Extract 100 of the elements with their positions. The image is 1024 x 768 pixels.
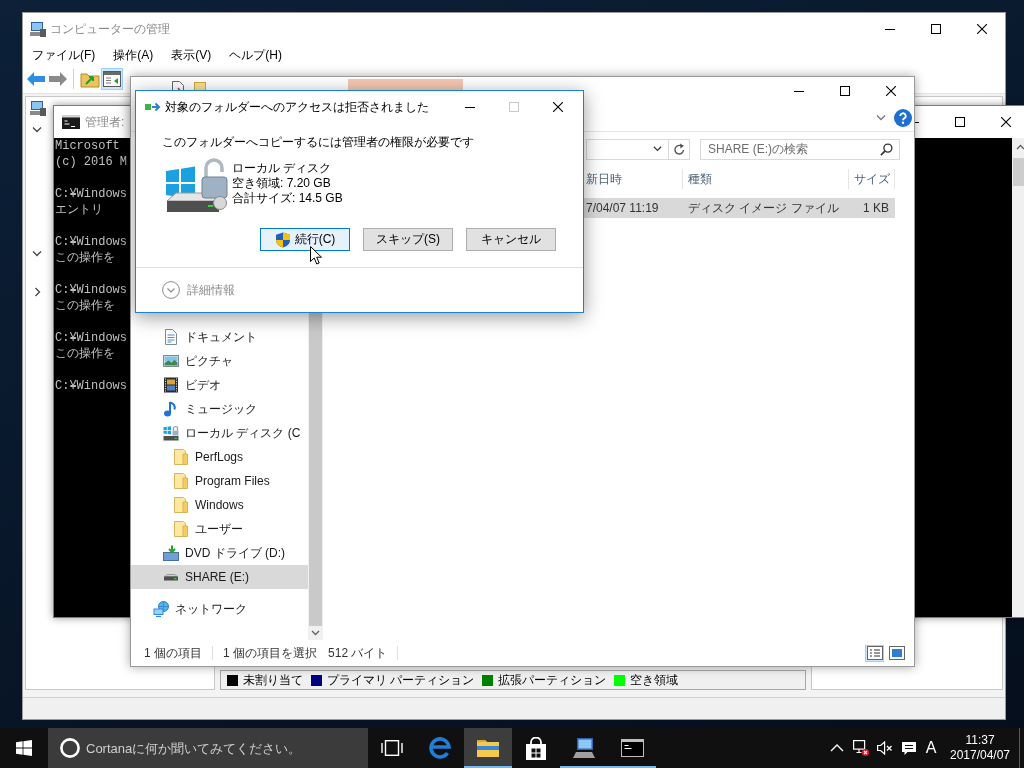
- music-note-icon: [163, 401, 179, 417]
- legend-label: 空き領域: [630, 672, 679, 688]
- network-error-icon[interactable]: [853, 740, 869, 756]
- view-button[interactable]: [887, 644, 906, 662]
- console-line: (c) 2016 M: [55, 154, 127, 170]
- right-arrow-icon: [48, 71, 68, 87]
- document-icon: [163, 329, 179, 345]
- menu-item[interactable]: ファイル(F): [23, 47, 105, 63]
- close-icon[interactable]: [886, 86, 896, 96]
- list-view-icon: [866, 646, 883, 660]
- chevron-circle-icon: [162, 281, 180, 299]
- search-field[interactable]: Cortanaに何か聞いてみてください。: [48, 728, 368, 768]
- nav-item[interactable]: ユーザー: [131, 517, 308, 541]
- shopping-bag-icon: [525, 736, 547, 760]
- nav-item[interactable]: ビデオ: [131, 373, 308, 397]
- folder-icon: [173, 497, 189, 513]
- file-row[interactable]: 7/04/07 11:19 ディスク イメージ ファイル 1 KB: [584, 198, 895, 218]
- console-line: C:¥Windows: [55, 378, 127, 394]
- computer-icon: [30, 100, 46, 116]
- nav-item[interactable]: DVD ドライブ (D:): [131, 541, 308, 565]
- console-line: C:¥Windows: [55, 330, 127, 346]
- legend-label: 未割り当て: [243, 672, 303, 688]
- film-icon: [163, 377, 179, 393]
- drive-name: ローカル ディスク: [232, 161, 332, 176]
- nav-item[interactable]: ドキュメント: [131, 325, 308, 349]
- console-line: この操作を: [55, 250, 115, 266]
- input-mode-indicator[interactable]: A: [921, 739, 941, 757]
- chevron-down-icon[interactable]: [653, 146, 662, 152]
- refresh-icon: [672, 142, 686, 156]
- nav-item[interactable]: ネットワーク: [131, 597, 308, 621]
- left-arrow-icon: [26, 71, 46, 87]
- dialog-button[interactable]: スキップ(S): [363, 228, 453, 251]
- notification-icon[interactable]: [901, 740, 917, 756]
- chevron-right-icon[interactable]: [35, 287, 41, 297]
- view-button[interactable]: [865, 644, 884, 662]
- taskbar-button[interactable]: [464, 728, 512, 768]
- computer-tools-icon: [30, 21, 46, 37]
- terminal-icon: [62, 115, 80, 129]
- console-line: C:¥Windows: [55, 186, 127, 202]
- chevron-down-icon[interactable]: [32, 127, 42, 133]
- legend-label: プライマリ パーティション: [327, 672, 475, 688]
- close-icon[interactable]: [1001, 117, 1011, 127]
- network-icon: [153, 601, 169, 617]
- dialog-button[interactable]: キャンセル: [466, 228, 556, 251]
- clock-time: 11:37: [965, 733, 995, 748]
- window-title: 対象のフォルダーへのアクセスは拒否されました: [165, 99, 429, 115]
- scrollbar-thumb[interactable]: [1013, 158, 1024, 186]
- search-icon[interactable]: [880, 142, 893, 156]
- computer-icon: [572, 737, 596, 759]
- nav-item[interactable]: Windows: [131, 493, 308, 517]
- scroll-up-icon[interactable]: [1016, 144, 1024, 150]
- table-cell-text: 7/04/07 11:19: [585, 200, 660, 217]
- nav-item[interactable]: ミュージック: [131, 397, 308, 421]
- drive-total-size: 合計サイズ: 14.5 GB: [232, 191, 343, 206]
- details-toggle[interactable]: 詳細情報: [162, 281, 235, 299]
- maximize-icon[interactable]: [931, 24, 941, 34]
- console-line: Microsoft: [55, 138, 120, 154]
- pane-toggle-button[interactable]: [101, 68, 123, 90]
- folder-arrow-icon: [80, 70, 100, 88]
- help-icon[interactable]: [894, 109, 912, 127]
- nav-item[interactable]: ピクチャ: [131, 349, 308, 373]
- folder-icon: [173, 473, 189, 489]
- drive-lock-icon: [163, 425, 179, 441]
- table-cell-text: ディスク イメージ ファイル: [687, 200, 840, 217]
- legend-label: 拡張パーティション: [498, 672, 607, 688]
- menu-item[interactable]: 表示(V): [162, 47, 221, 63]
- drive-lock-icon: [164, 157, 230, 213]
- maximize-icon[interactable]: [840, 86, 850, 96]
- mouse-pointer-icon: [310, 246, 322, 265]
- console-line: この操作を: [55, 298, 115, 314]
- column-header[interactable]: サイズ: [849, 169, 895, 189]
- console-line: この操作を: [55, 346, 115, 362]
- thumbnail-view-icon: [888, 646, 905, 660]
- chevron-up-icon[interactable]: [830, 744, 844, 752]
- nav-item[interactable]: Program Files: [131, 469, 308, 493]
- chevron-down-icon[interactable]: [32, 251, 42, 257]
- menu-item[interactable]: ヘルプ(H): [220, 47, 291, 63]
- ring-icon: [60, 738, 80, 758]
- close-icon[interactable]: [553, 102, 563, 112]
- muted-speaker-icon[interactable]: [877, 741, 893, 755]
- task-view-icon: [381, 740, 403, 756]
- refresh-button[interactable]: [668, 138, 690, 160]
- address-field[interactable]: [586, 138, 668, 160]
- column-header[interactable]: 種類: [683, 169, 849, 189]
- scroll-down-icon[interactable]: [311, 630, 320, 636]
- drive-icon: [163, 572, 179, 582]
- drive-free-space: 空き領域: 7.20 GB: [232, 176, 331, 191]
- folder-icon: [173, 449, 189, 465]
- search-field[interactable]: SHARE (E:)の検索: [700, 138, 900, 160]
- nav-item[interactable]: ローカル ディスク (C: [131, 421, 308, 445]
- drive-arrow-icon: [163, 545, 179, 561]
- dialog-button[interactable]: 続行(C): [260, 228, 350, 251]
- nav-item[interactable]: PerfLogs: [131, 445, 308, 469]
- folder-icon: [173, 521, 189, 537]
- close-icon[interactable]: [977, 24, 987, 34]
- window-title: 管理者:: [85, 114, 125, 130]
- maximize-icon[interactable]: [955, 117, 965, 127]
- clock-date: 2017/04/07: [949, 748, 1011, 763]
- nav-item[interactable]: SHARE (E:): [131, 565, 308, 589]
- menu-item[interactable]: 操作(A): [104, 47, 163, 63]
